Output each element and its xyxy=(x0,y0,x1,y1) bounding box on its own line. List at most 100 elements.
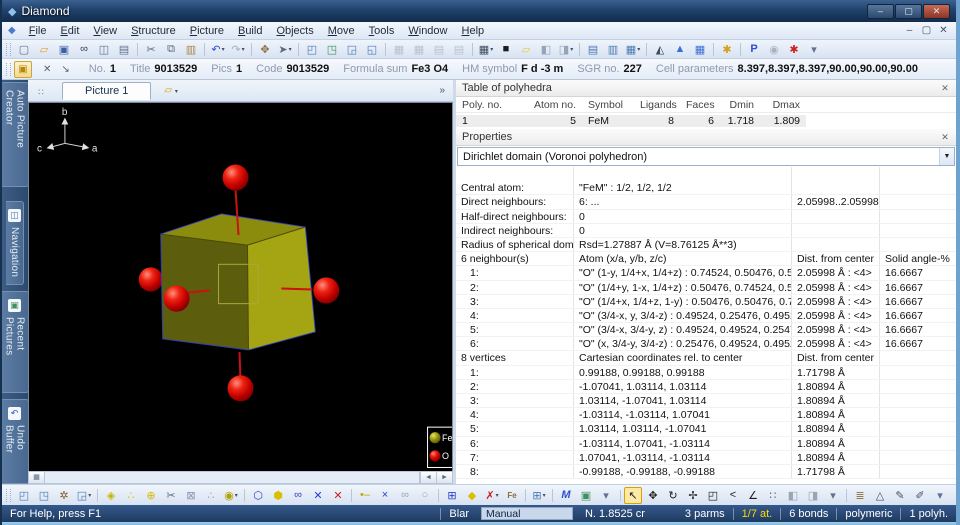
powder-chart-icon[interactable]: ▲ xyxy=(671,41,689,58)
menu-item[interactable]: Objects xyxy=(269,23,320,39)
property-row[interactable]: 2: -1.07041, 1.03114, 1.03114 1.80894 Å xyxy=(456,380,956,394)
close-polyhedra-panel-icon[interactable]: ✕ xyxy=(937,82,953,95)
auto-picture-window-icon[interactable]: ◰ xyxy=(15,487,33,504)
tile-button-icon[interactable]: ▦ xyxy=(29,472,45,483)
property-row[interactable]: 7: 1.07041, -1.03114, -1.03114 1.80894 Å xyxy=(456,451,956,465)
column-header[interactable]: Dmin xyxy=(720,99,760,111)
menu-item[interactable]: Build xyxy=(231,23,269,39)
send-copy-icon[interactable]: ◨▾ xyxy=(557,41,575,58)
goto-structure-icon[interactable]: ↘ xyxy=(56,64,74,75)
menu-item[interactable]: Window xyxy=(401,23,454,39)
sidebar-tab-navigation[interactable]: ◫ Navigation xyxy=(6,201,24,285)
find-icon[interactable]: ∞ xyxy=(75,41,93,58)
close-structure-icon[interactable]: ✕ xyxy=(38,64,56,75)
paste-icon[interactable]: ▥ xyxy=(182,41,200,58)
cut-bond-icon[interactable]: ✂ xyxy=(162,487,180,504)
table-window-icon[interactable]: ▤ xyxy=(430,41,448,58)
atom-group-icon[interactable]: ∴ xyxy=(122,487,140,504)
menu-item[interactable]: Move xyxy=(321,23,362,39)
column-header[interactable]: Symbol xyxy=(582,99,634,111)
tab-picture-1[interactable]: Picture 1 xyxy=(62,82,151,100)
wizard-icon[interactable]: ✱ xyxy=(718,41,736,58)
step-back-icon[interactable]: ◧ xyxy=(784,487,802,504)
scroll-right-icon[interactable]: ► xyxy=(436,472,452,483)
angle-calc-icon[interactable]: △ xyxy=(871,487,889,504)
rotate-mode-icon[interactable]: ↻ xyxy=(664,487,682,504)
expand-tabs-icon[interactable]: » xyxy=(435,85,449,96)
cluster-icon[interactable]: ∴ xyxy=(202,487,220,504)
table-window-icon[interactable]: ▦ xyxy=(390,41,408,58)
gem-icon[interactable]: ◆ xyxy=(463,487,481,504)
hexagon-yellow-icon[interactable]: ⬢ xyxy=(269,487,287,504)
property-row[interactable]: 4: -1.03114, -1.03114, 1.07041 1.80894 Å xyxy=(456,408,956,422)
print-preview-icon[interactable]: ◫ xyxy=(95,41,113,58)
spin-mode-icon[interactable]: ∷ xyxy=(764,487,782,504)
structure-viewport[interactable]: b a c xyxy=(28,102,453,471)
menu-item[interactable]: Picture xyxy=(183,23,231,39)
property-row[interactable]: 5: "O" (3/4-x, 3/4-y, z) : 0.49524, 0.49… xyxy=(456,323,956,337)
properties-icon[interactable]: P xyxy=(745,41,763,58)
property-row[interactable]: 1: 0.99188, 0.99188, 0.99188 1.71798 Å xyxy=(456,366,956,380)
pan-icon[interactable]: ✥ xyxy=(256,41,274,58)
save-icon[interactable]: ▣ xyxy=(55,41,73,58)
undo-icon[interactable]: ↶▾ xyxy=(209,41,227,58)
redo-icon[interactable]: ↷▾ xyxy=(229,41,247,58)
menu-item[interactable]: Edit xyxy=(53,23,86,39)
new-file-icon[interactable]: ▢ xyxy=(15,41,33,58)
fe-bond-icon[interactable]: Fe xyxy=(503,487,521,504)
sketch-icon[interactable]: ✐ xyxy=(911,487,929,504)
sidebar-tab-recent-pictures[interactable]: ▣ Recent Pictures xyxy=(2,291,29,393)
mdi-close-icon[interactable]: ✕ xyxy=(935,25,952,36)
chevron-down-icon[interactable]: ▼ xyxy=(939,148,954,165)
draw-pen-icon[interactable]: ✎ xyxy=(891,487,909,504)
step-forward-icon[interactable]: ◨ xyxy=(804,487,822,504)
packing-cube-icon[interactable]: ⊞▾ xyxy=(530,487,548,504)
property-row[interactable]: 3: "O" (1/4+x, 1/4+z, 1-y) : 0.50476, 0.… xyxy=(456,295,956,309)
hexagon-blue-icon[interactable]: ⬡ xyxy=(249,487,267,504)
filled-sphere-icon[interactable]: ◉▾ xyxy=(222,487,240,504)
polyhedra-tool-icon[interactable]: ◈ xyxy=(102,487,120,504)
form-view-icon[interactable]: ▤ xyxy=(584,41,602,58)
picture-view-icon[interactable]: ■ xyxy=(497,41,515,58)
distances-icon[interactable]: ≣ xyxy=(851,487,869,504)
shift-mode-icon[interactable]: ✢ xyxy=(684,487,702,504)
close-button[interactable]: ✕ xyxy=(923,4,950,19)
tile-pictures-icon[interactable]: ∷ xyxy=(32,83,50,99)
copy-icon[interactable]: ⧉ xyxy=(162,41,180,58)
menu-item[interactable]: Tools xyxy=(362,23,402,39)
camera-icon[interactable]: ◉ xyxy=(765,41,783,58)
rings-blue-icon[interactable]: ∞ xyxy=(289,487,307,504)
ring-icon[interactable]: ○ xyxy=(416,487,434,504)
chart-table-icon[interactable]: ▦ xyxy=(691,41,709,58)
toolbar-overflow-icon[interactable]: ▾ xyxy=(931,487,949,504)
picture-window-icon[interactable]: ◱ xyxy=(363,41,381,58)
property-row[interactable]: 3: 1.03114, -1.07041, 1.03114 1.80894 Å xyxy=(456,394,956,408)
lattice-x-blue-icon[interactable]: ✕ xyxy=(309,487,327,504)
table-window-icon[interactable]: ▦ xyxy=(410,41,428,58)
menu-item[interactable]: Structure xyxy=(124,23,183,39)
property-row[interactable] xyxy=(456,167,956,181)
minimize-button[interactable]: – xyxy=(867,4,894,19)
distance-chart-icon[interactable]: ◭ xyxy=(651,41,669,58)
coordination-cage-icon[interactable]: ⊠ xyxy=(182,487,200,504)
property-row[interactable]: 2: "O" (1/4+y, 1-x, 1/4+z) : 0.50476, 0.… xyxy=(456,281,956,295)
scrollbar-track[interactable] xyxy=(45,472,419,483)
column-header[interactable]: Ligands xyxy=(634,99,680,111)
bond-line-icon[interactable]: •– xyxy=(356,487,374,504)
pointer-icon[interactable]: ➤▾ xyxy=(276,41,294,58)
view-along-icon[interactable]: < xyxy=(724,487,742,504)
polyhedra-table-row[interactable]: 1 5 FeM 8 6 1.718 1.809 xyxy=(456,113,956,128)
video-window-icon[interactable]: ◳ xyxy=(35,487,53,504)
mdi-minimize-icon[interactable]: – xyxy=(901,25,918,36)
maximize-button[interactable]: ▢ xyxy=(895,4,922,19)
open-folder-icon[interactable]: ▱ xyxy=(35,41,53,58)
property-row[interactable]: 6 neighbour(s) Atom (x/a, y/b, z/c) Dist… xyxy=(456,252,956,266)
data-list-icon[interactable]: ▥ xyxy=(604,41,622,58)
toolbar-grip[interactable] xyxy=(6,63,11,76)
table-view-icon[interactable]: ▦▾ xyxy=(624,41,642,58)
column-header[interactable]: Faces xyxy=(680,99,720,111)
open-ring-icon[interactable]: ∞ xyxy=(396,487,414,504)
menu-item[interactable]: Help xyxy=(455,23,492,39)
toolbar-overflow-icon[interactable]: ▾ xyxy=(824,487,842,504)
picture-small-icon[interactable]: ▣ xyxy=(577,487,595,504)
